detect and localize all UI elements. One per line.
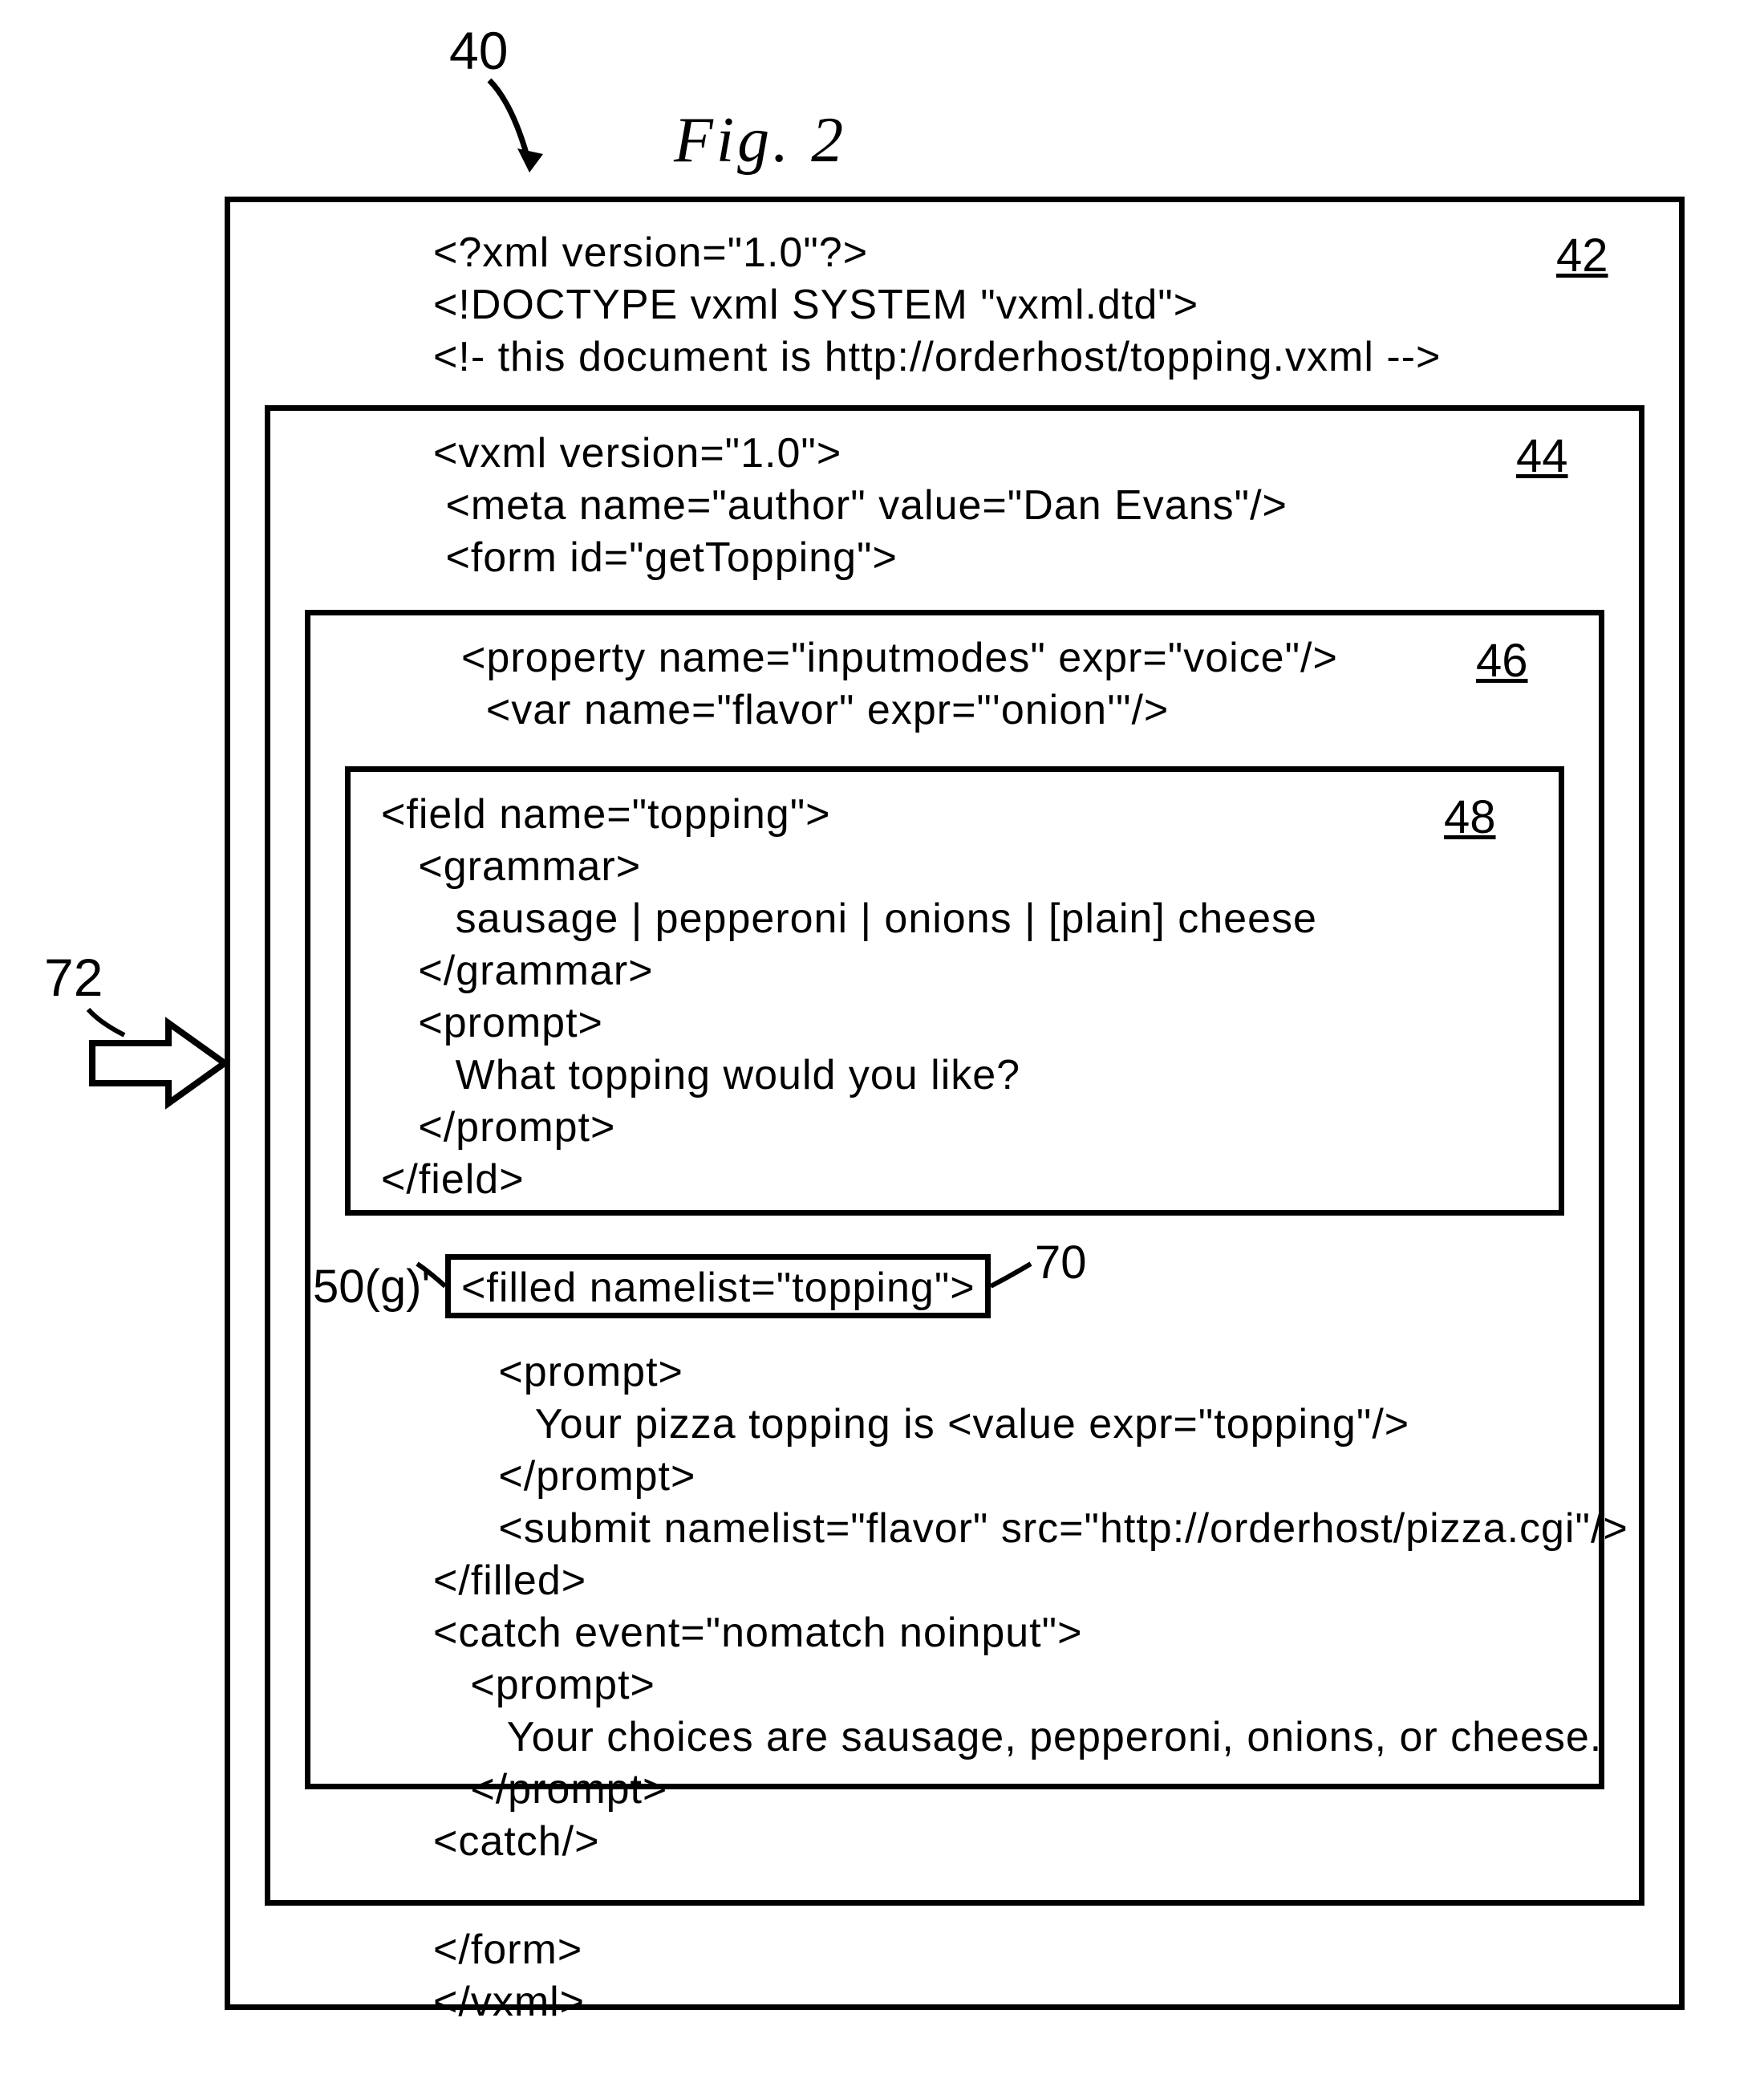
code-line-09: <field name="topping"> xyxy=(381,790,831,838)
code-line-17: <filled namelist="topping"> xyxy=(461,1264,975,1312)
code-line-01: <?xml version="1.0"?> xyxy=(433,229,868,277)
code-line-10: <grammar> xyxy=(381,843,641,891)
code-line-11: sausage | pepperoni | onions | [plain] c… xyxy=(381,895,1317,943)
code-line-23: <catch event="nomatch noinput"> xyxy=(433,1609,1082,1657)
code-line-19: Your pizza topping is <value expr="toppi… xyxy=(461,1400,1409,1448)
code-line-24: <prompt> xyxy=(433,1661,655,1709)
ref-70-label: 70 xyxy=(1035,1236,1087,1289)
ref-42: 42 xyxy=(1556,229,1608,282)
code-line-20: </prompt> xyxy=(461,1452,695,1500)
code-line-05: <meta name="author" value="Dan Evans"/> xyxy=(433,481,1288,530)
code-line-14: What topping would you like? xyxy=(381,1051,1020,1099)
code-line-18: <prompt> xyxy=(461,1348,683,1396)
code-line-25: Your choices are sausage, pepperoni, oni… xyxy=(433,1713,1602,1761)
figure-canvas: Fig. 2 40 42 44 46 48 50(g)' 70 72 <?xml… xyxy=(0,0,1764,2083)
code-line-07: <property name="inputmodes" expr="voice"… xyxy=(461,634,1338,682)
code-line-12: </grammar> xyxy=(381,947,654,995)
code-line-26: </prompt> xyxy=(433,1765,667,1813)
code-line-03: <!- this document is http://orderhost/to… xyxy=(433,333,1441,381)
code-line-13: <prompt> xyxy=(381,999,603,1047)
ref-72-label: 72 xyxy=(44,947,103,1008)
code-line-02: <!DOCTYPE vxml SYSTEM "vxml.dtd"> xyxy=(433,281,1198,329)
code-line-15: </prompt> xyxy=(381,1103,615,1151)
code-line-27: <catch/> xyxy=(433,1817,599,1866)
code-line-29: </vxml> xyxy=(433,1978,585,2026)
code-line-16: </field> xyxy=(381,1155,525,1204)
ref-44: 44 xyxy=(1516,429,1568,483)
figure-title: Fig. 2 xyxy=(674,104,846,177)
code-line-28: </form> xyxy=(433,1926,582,1974)
code-line-04: <vxml version="1.0"> xyxy=(433,429,841,477)
code-line-06: <form id="getTopping"> xyxy=(433,534,898,582)
ref-50g-label: 50(g)' xyxy=(313,1260,430,1314)
code-line-08: <var name="flavor" expr="'onion'"/> xyxy=(461,686,1169,734)
ref-40-label: 40 xyxy=(449,20,508,81)
ref-48: 48 xyxy=(1444,790,1496,844)
ref-46: 46 xyxy=(1476,634,1528,688)
code-line-21: <submit namelist="flavor" src="http://or… xyxy=(461,1504,1628,1553)
code-line-22: </filled> xyxy=(433,1557,586,1605)
